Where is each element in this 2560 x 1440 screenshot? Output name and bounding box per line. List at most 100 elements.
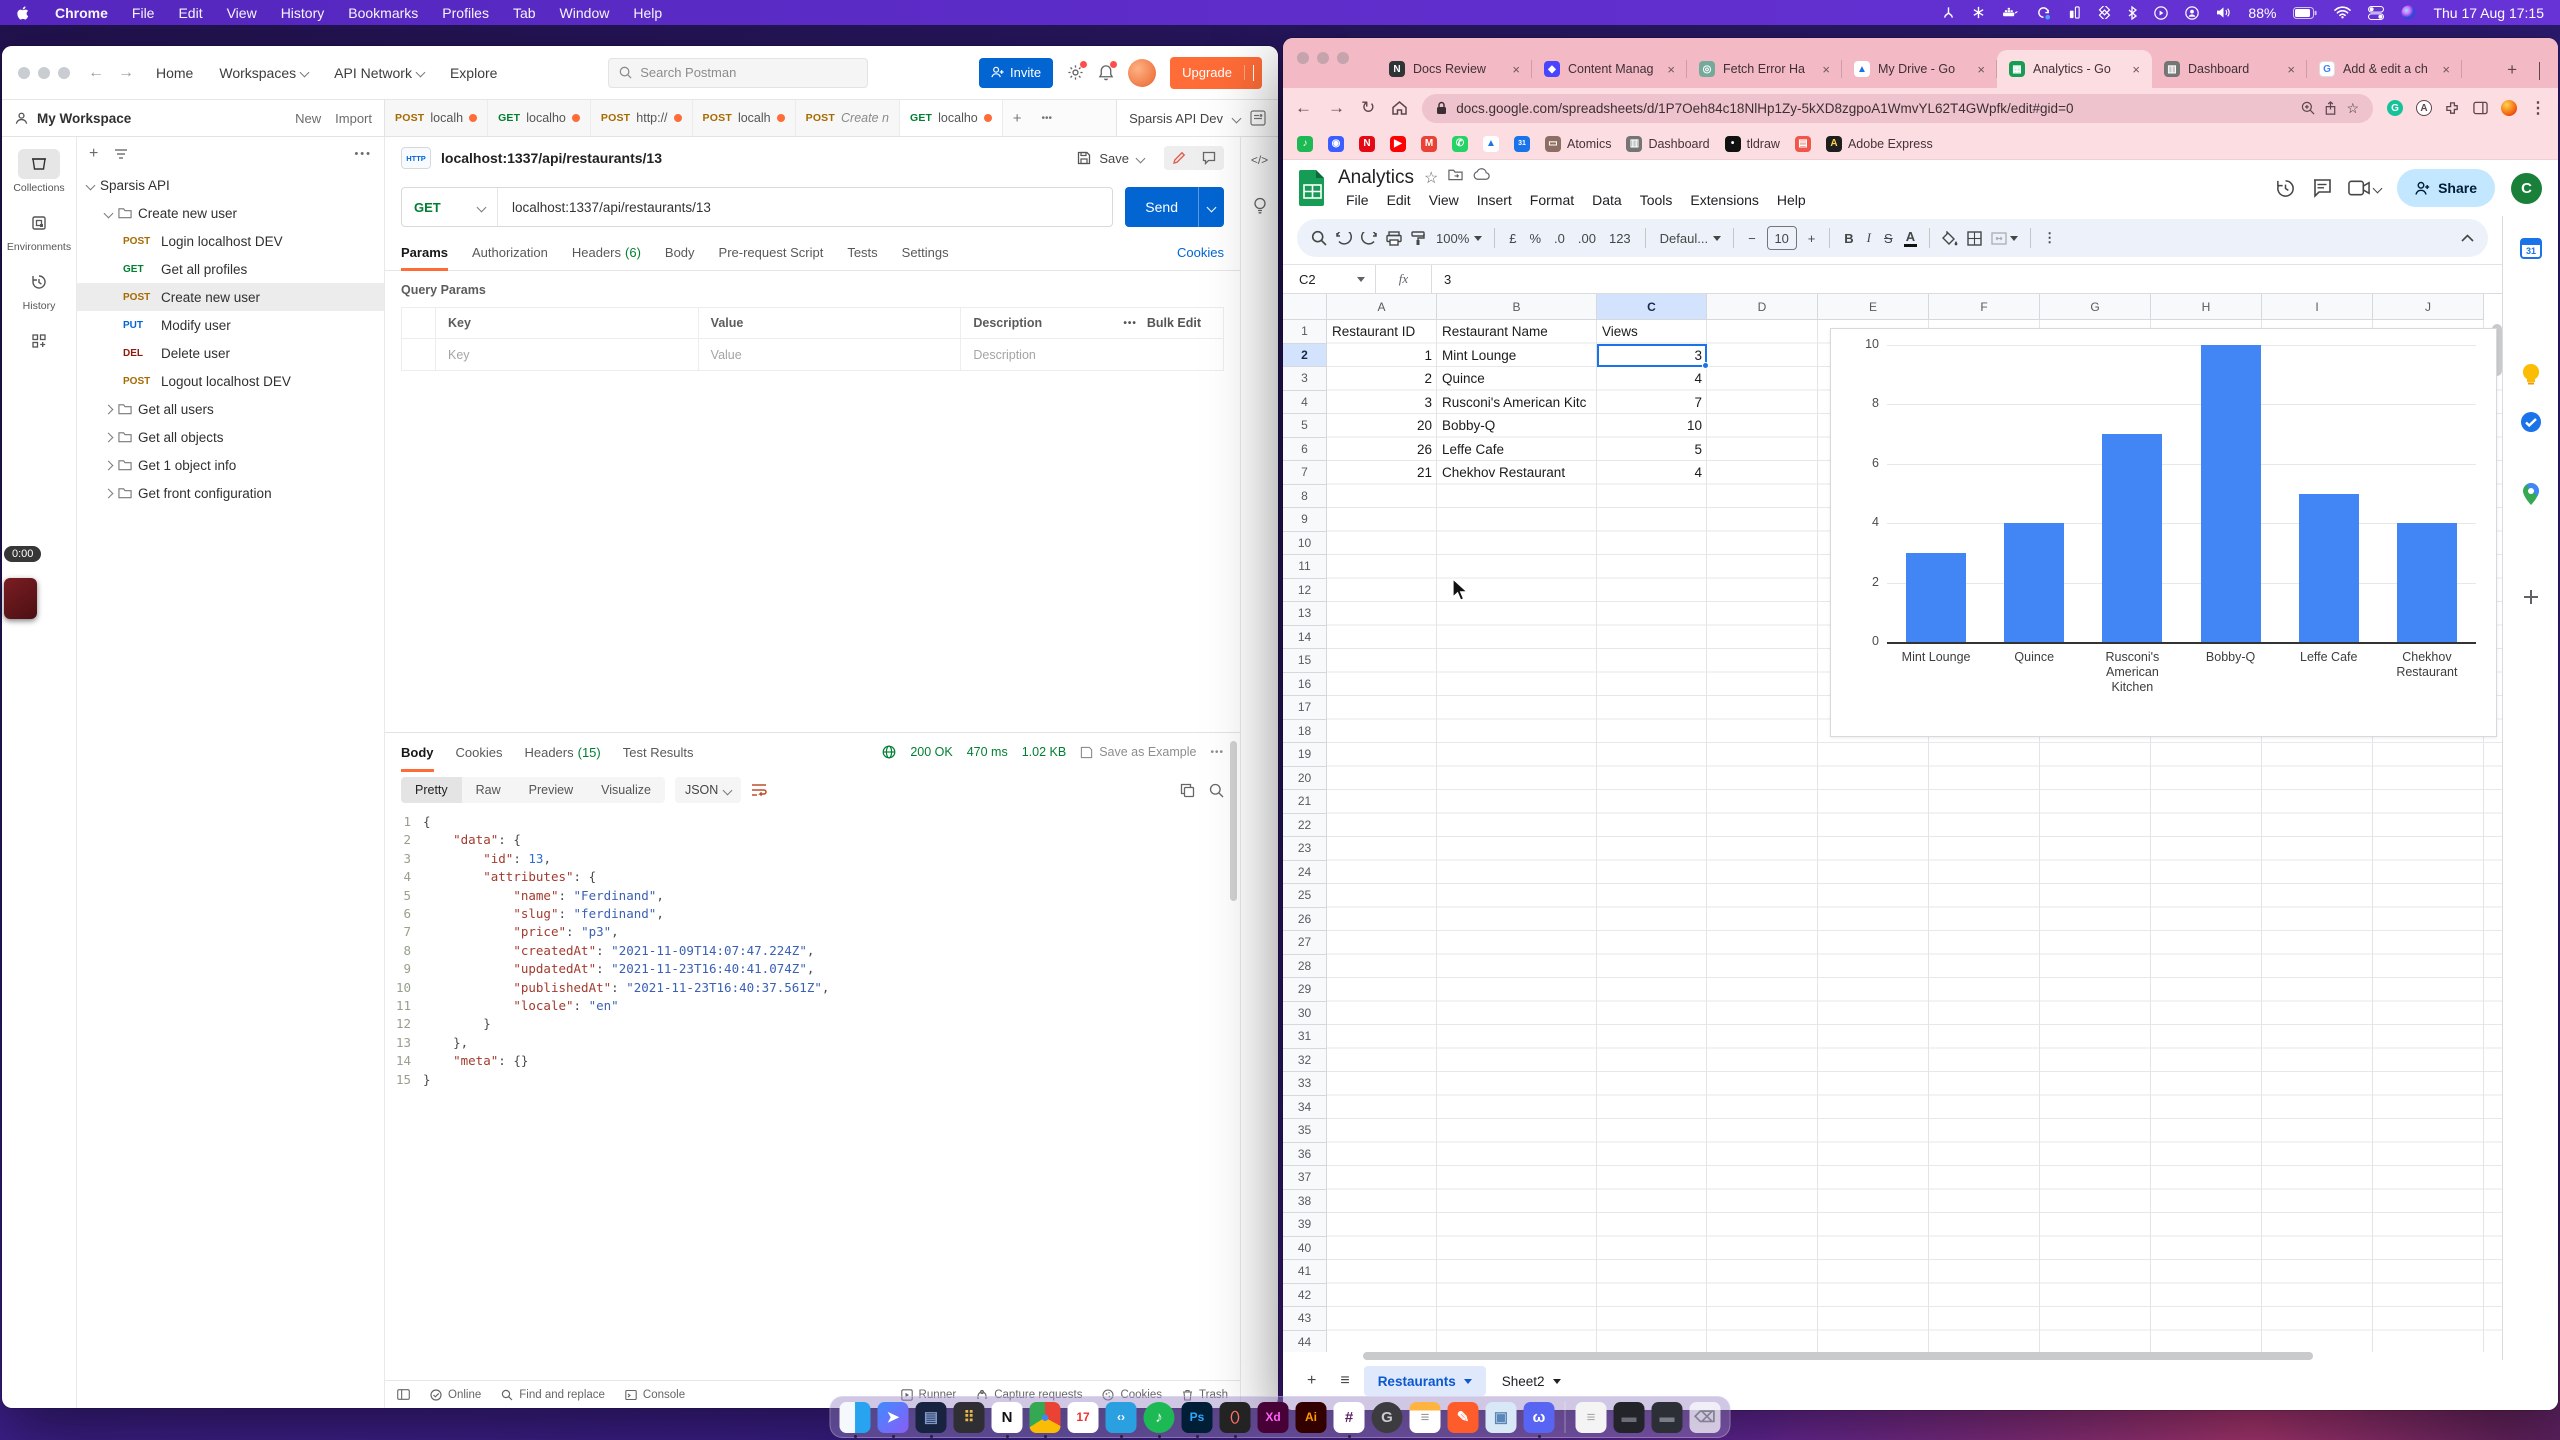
bookmark-drive[interactable]: ▲ xyxy=(1483,136,1499,152)
row-header-12[interactable]: 12 xyxy=(1283,579,1327,603)
user-avatar[interactable] xyxy=(1128,59,1156,87)
dock-preview-icon[interactable]: ▣ xyxy=(1486,1402,1517,1433)
cookies-link[interactable]: Cookies xyxy=(1177,245,1224,260)
cell-restaurant-id[interactable]: 20 xyxy=(1327,414,1437,438)
tree-request-login-localhost-dev[interactable]: POSTLogin localhost DEV xyxy=(77,227,384,255)
request-tab[interactable]: GETlocalho xyxy=(900,100,1003,136)
browser-tab-dashboard[interactable]: ▥Dashboard× xyxy=(2152,50,2307,88)
name-box[interactable]: C2 xyxy=(1283,272,1375,287)
dock-vscode-icon[interactable]: ‹› xyxy=(1106,1402,1137,1433)
table-header-cell[interactable]: Views xyxy=(1597,320,1707,344)
back-icon[interactable]: ← xyxy=(1295,98,1312,118)
row-header-29[interactable]: 29 xyxy=(1283,978,1327,1002)
font-select[interactable]: Defaul... xyxy=(1658,231,1721,246)
bookmark-calendar[interactable]: 31 xyxy=(1514,136,1530,152)
sidepanel-keep-icon[interactable] xyxy=(2519,362,2543,386)
sheet-tab-sheet2[interactable]: Sheet2 xyxy=(1488,1366,1575,1396)
param-input-value[interactable]: Value xyxy=(699,339,962,370)
chart-bar[interactable] xyxy=(2004,523,2064,642)
tree-folder-create-new-user[interactable]: Create new user xyxy=(77,199,384,227)
dock-notes-icon[interactable]: ≡ xyxy=(1410,1402,1441,1433)
side-panel-icon[interactable] xyxy=(2473,101,2488,115)
request-tab-body[interactable]: Body xyxy=(665,235,695,270)
row-header-6[interactable]: 6 xyxy=(1283,438,1327,462)
row-header-42[interactable]: 42 xyxy=(1283,1284,1327,1308)
chart-bar[interactable] xyxy=(1906,553,1966,642)
bookmark-whatsapp[interactable]: ✆ xyxy=(1452,136,1468,152)
tab-options-icon[interactable]: ••• xyxy=(1032,100,1063,136)
cell-restaurant-name[interactable]: Leffe Cafe xyxy=(1437,438,1597,462)
version-history-icon[interactable] xyxy=(2275,178,2296,199)
increase-font-size-icon[interactable]: + xyxy=(1806,231,1818,246)
dock-photoshop-icon[interactable]: Ps xyxy=(1182,1402,1213,1433)
import-button[interactable]: Import xyxy=(335,111,372,126)
add-tab-button[interactable]: + xyxy=(1003,100,1032,136)
request-tab-authorization[interactable]: Authorization xyxy=(472,235,548,270)
row-header-18[interactable]: 18 xyxy=(1283,720,1327,744)
dock-figma-icon[interactable]: ⬯ xyxy=(1220,1402,1251,1433)
send-button[interactable]: Send xyxy=(1125,187,1224,227)
tree-request-modify-user[interactable]: PUTModify user xyxy=(77,311,384,339)
response-tab-cookies[interactable]: Cookies xyxy=(456,733,503,771)
request-tab-headers[interactable]: Headers(6) xyxy=(572,235,641,270)
fill-color-icon[interactable] xyxy=(1942,231,1958,246)
row-header-35[interactable]: 35 xyxy=(1283,1119,1327,1143)
dock-grayapp-icon[interactable]: G xyxy=(1372,1402,1403,1433)
sheets-menu-help[interactable]: Help xyxy=(1769,190,1814,210)
column-header-H[interactable]: H xyxy=(2151,294,2262,320)
more-formats-icon[interactable]: 123 xyxy=(1607,231,1633,246)
tab-search-caret-icon[interactable] xyxy=(2529,62,2550,88)
bookmark-netflix[interactable]: N xyxy=(1359,136,1375,152)
request-tab-settings[interactable]: Settings xyxy=(902,235,949,270)
recording-timer-badge[interactable]: 0:00 xyxy=(4,546,41,562)
view-tab-visualize[interactable]: Visualize xyxy=(587,777,665,803)
cell-restaurant-id[interactable]: 21 xyxy=(1327,461,1437,485)
menubar-item-history[interactable]: History xyxy=(281,5,325,21)
row-header-44[interactable]: 44 xyxy=(1283,1331,1327,1353)
column-header-F[interactable]: F xyxy=(1929,294,2040,320)
home-icon[interactable] xyxy=(1391,100,1408,116)
extension-a-icon[interactable]: A xyxy=(2416,100,2432,116)
row-header-37[interactable]: 37 xyxy=(1283,1166,1327,1190)
stats-icon[interactable] xyxy=(2068,6,2081,19)
response-tab-body[interactable]: Body xyxy=(401,733,434,771)
column-header-C[interactable]: C xyxy=(1597,294,1707,320)
sheets-menu-edit[interactable]: Edit xyxy=(1379,190,1419,210)
siri-icon[interactable] xyxy=(2401,5,2416,20)
cell-views[interactable]: 4 xyxy=(1597,367,1707,391)
dock-discord-icon[interactable]: ω xyxy=(1524,1402,1555,1433)
sidebar-rail-environments[interactable]: Environments xyxy=(7,208,71,253)
row-header-26[interactable]: 26 xyxy=(1283,908,1327,932)
save-as-example-button[interactable]: Save as Example xyxy=(1080,745,1196,759)
grammarly-extension-icon[interactable]: G xyxy=(2387,100,2403,116)
browser-tab-docs-review[interactable]: NDocs Review× xyxy=(1377,50,1532,88)
screenshot-thumbnail[interactable] xyxy=(4,578,37,619)
strikethrough-icon[interactable]: S xyxy=(1882,231,1895,246)
tree-request-logout-localhost-dev[interactable]: POSTLogout localhost DEV xyxy=(77,367,384,395)
param-input-key[interactable]: Key xyxy=(436,339,699,370)
edit-pencil-icon[interactable] xyxy=(1164,146,1194,170)
print-icon[interactable] xyxy=(1386,231,1402,246)
forward-arrow-icon[interactable]: → xyxy=(118,64,134,82)
row-header-43[interactable]: 43 xyxy=(1283,1307,1327,1331)
paint-format-icon[interactable] xyxy=(1411,231,1425,246)
view-tab-preview[interactable]: Preview xyxy=(515,777,587,803)
meet-camera-button[interactable] xyxy=(2348,180,2381,196)
cell-restaurant-id[interactable]: 3 xyxy=(1327,391,1437,415)
back-arrow-icon[interactable]: ← xyxy=(88,64,104,82)
wrap-lines-icon[interactable] xyxy=(751,783,767,797)
new-button[interactable]: New xyxy=(295,111,321,126)
chrome-traffic-lights[interactable] xyxy=(1297,52,1349,64)
sheets-menu-file[interactable]: File xyxy=(1338,190,1377,210)
browser-tab-content-manag[interactable]: ◆Content Manag× xyxy=(1532,50,1687,88)
raycast-icon[interactable] xyxy=(2098,6,2111,19)
bookmark-dashboard[interactable]: ▥Dashboard xyxy=(1626,136,1709,152)
sheets-menu-tools[interactable]: Tools xyxy=(1632,190,1681,210)
cell-restaurant-id[interactable]: 26 xyxy=(1327,438,1437,462)
cell-restaurant-name[interactable]: Rusconi's American Kitc xyxy=(1437,391,1597,415)
upgrade-button[interactable]: Upgrade xyxy=(1170,57,1262,89)
profile-flame-icon[interactable] xyxy=(2501,100,2517,116)
response-tab-test-results[interactable]: Test Results xyxy=(623,733,694,771)
tree-folder-get-all-objects[interactable]: Get all objects xyxy=(77,423,384,451)
menubar-clock[interactable]: Thu 17 Aug 17:15 xyxy=(2433,5,2544,21)
